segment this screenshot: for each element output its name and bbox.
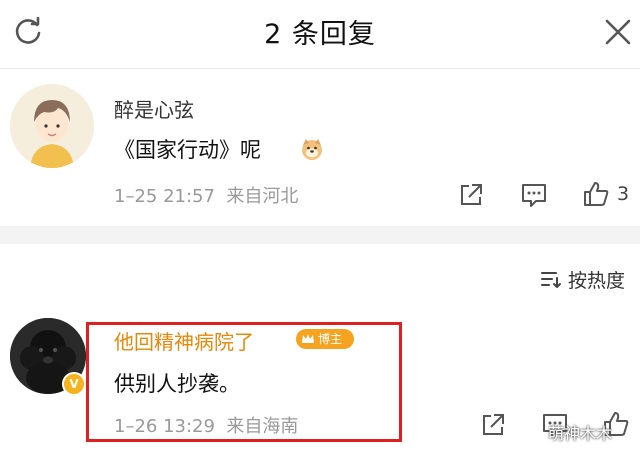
comment-meta: 1–25 21:57 来自河北 bbox=[114, 182, 298, 208]
share-icon[interactable] bbox=[480, 412, 506, 438]
avatar[interactable] bbox=[10, 84, 94, 168]
watermark: 萌神木木 bbox=[548, 424, 613, 443]
blogger-badge-label: 博主 bbox=[318, 332, 343, 346]
page-title: 2 条回复 bbox=[264, 19, 376, 50]
comment-icon[interactable] bbox=[520, 182, 548, 208]
comment-date: 1–25 21:57 bbox=[114, 186, 215, 207]
comment-meta: 1–26 13:29 来自海南 bbox=[114, 412, 298, 438]
cartoon-boy-avatar-icon bbox=[10, 84, 94, 168]
verified-badge-icon: V bbox=[62, 372, 86, 396]
section-divider bbox=[0, 226, 640, 244]
like-icon[interactable] bbox=[582, 180, 610, 208]
sort-label: 按热度 bbox=[568, 270, 626, 292]
reply-page: 2 条回复 醉是心弦 《国家行动》呢 1–25 21:57 来自河北 3 按热度… bbox=[0, 0, 640, 452]
like-count: 3 bbox=[617, 183, 630, 205]
crown-icon bbox=[302, 334, 314, 343]
doge-emoji-icon bbox=[302, 139, 322, 160]
comment-username[interactable]: 他回精神病院了 bbox=[114, 326, 254, 355]
blogger-badge: 博主 bbox=[296, 329, 354, 349]
comment-source: 来自河北 bbox=[226, 186, 299, 207]
sort-icon bbox=[541, 272, 561, 288]
share-icon[interactable] bbox=[458, 182, 484, 208]
comment-text: 《国家行动》呢 bbox=[114, 138, 261, 162]
comment-username[interactable]: 醉是心弦 bbox=[114, 94, 194, 123]
comment-text: 供别人抄袭。 bbox=[114, 372, 240, 396]
comment-source: 来自海南 bbox=[226, 416, 299, 437]
header: 2 条回复 bbox=[0, 0, 640, 69]
comment-date: 1–26 13:29 bbox=[114, 416, 215, 437]
close-icon[interactable] bbox=[604, 18, 632, 46]
